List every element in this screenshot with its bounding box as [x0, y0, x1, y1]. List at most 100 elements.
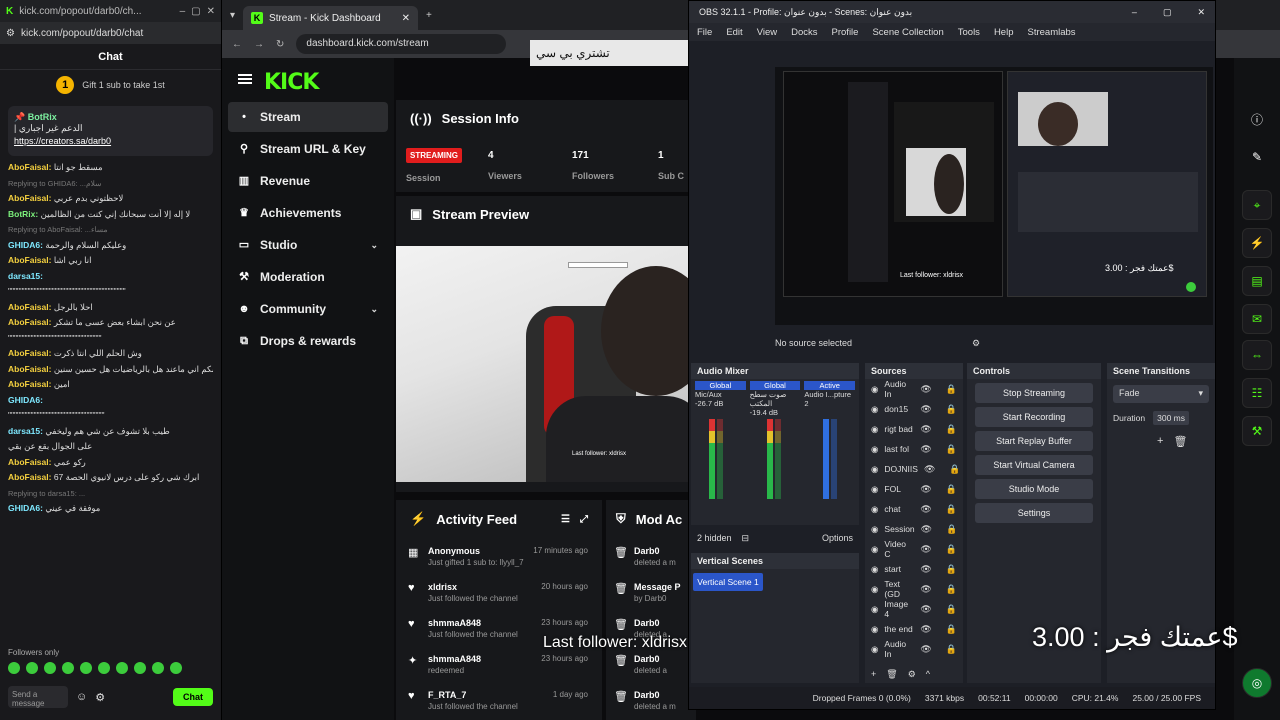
source-item[interactable]: ◉ DOJNIIS 👁 🔒 [865, 459, 963, 479]
close-icon[interactable]: ✕ [1197, 7, 1205, 18]
source-item[interactable]: ◉ FOL 👁 🔒 [865, 479, 963, 499]
lock-icon[interactable]: 🔒 [946, 604, 957, 615]
mod-action-name[interactable]: Darb0 [634, 618, 667, 628]
chat-username[interactable]: GHIDA6: [8, 240, 45, 250]
activity-name[interactable]: F_RTA_7 [428, 690, 518, 700]
obs-menu-scene-collection[interactable]: Scene Collection [872, 27, 943, 38]
source-item[interactable]: ◉ chat 👁 🔒 [865, 499, 963, 519]
lock-icon[interactable]: 🔒 [946, 584, 957, 595]
chat-username[interactable]: AboFaisal: [8, 472, 54, 482]
lock-icon[interactable]: 🔒 [946, 504, 957, 515]
visibility-icon[interactable]: 👁 [920, 444, 931, 455]
activity-name[interactable]: Anonymous [428, 546, 524, 556]
lock-icon[interactable]: 🔒 [946, 564, 957, 575]
lock-icon[interactable]: 🔒 [946, 404, 957, 415]
source-item[interactable]: ◉ don15 👁 🔒 [865, 399, 963, 419]
site-info-icon[interactable]: ⚙ [6, 28, 15, 39]
maximize-icon[interactable]: ▢ [1163, 7, 1172, 18]
visibility-icon[interactable]: 👁 [921, 524, 932, 535]
menu-icon[interactable] [238, 74, 252, 84]
vertical-scene-item[interactable]: Vertical Scene 1 [693, 573, 763, 591]
source-item[interactable]: ◉ Video C 👁 🔒 [865, 539, 963, 559]
visibility-icon[interactable]: 👁 [920, 564, 931, 575]
tab-search-icon[interactable]: ▾ [230, 10, 235, 21]
chat-username[interactable]: AboFaisal: [8, 193, 54, 203]
lock-icon[interactable]: 🔒 [946, 624, 957, 635]
audio-options-button[interactable]: Options [822, 533, 853, 543]
emote-icon[interactable] [44, 662, 56, 674]
source-item[interactable]: ◉ Audio In 👁 🔒 [865, 639, 963, 659]
sidebar-item-studio[interactable]: ▭ Studio ⌄ [228, 230, 388, 260]
chat-username[interactable]: AboFaisal: [8, 162, 54, 172]
obs-menu-help[interactable]: Help [994, 27, 1014, 38]
start-recording-button[interactable]: Start Recording [975, 407, 1093, 427]
minimize-icon[interactable]: – [1132, 7, 1137, 17]
source-item[interactable]: ◉ last fol 👁 🔒 [865, 439, 963, 459]
activity-item[interactable]: ✦ shmmaA848 redeemed 23 hours ago [408, 654, 588, 675]
chevron-down-icon[interactable]: ⌄ [370, 304, 378, 315]
edit-icon[interactable]: ✎ [1242, 142, 1272, 172]
duration-input[interactable]: 300 ms [1153, 411, 1190, 425]
wrench-icon[interactable]: ⚒ [1242, 416, 1272, 446]
emote-icon[interactable] [8, 662, 20, 674]
chat-send-button[interactable]: Chat [173, 688, 213, 706]
sidebar-item-stream[interactable]: • Stream [228, 102, 388, 132]
visibility-icon[interactable]: 👁 [920, 424, 931, 435]
emote-icon[interactable] [152, 662, 164, 674]
visibility-icon[interactable]: 👁 [920, 384, 931, 395]
obs-menu-view[interactable]: View [757, 27, 777, 38]
help-icon[interactable]: ◎ [1242, 668, 1272, 698]
address-bar[interactable]: dashboard.kick.com/stream [296, 34, 507, 54]
mod-action-name[interactable]: Darb0 [634, 654, 667, 664]
lock-icon[interactable]: 🔒 [946, 524, 957, 535]
source-settings-icon[interactable]: ⚙ [908, 669, 916, 680]
reload-icon[interactable]: ↻ [276, 39, 284, 50]
mixer-menu-icon[interactable]: ⊟ [742, 533, 750, 544]
mod-action-name[interactable]: Darb0 [634, 546, 676, 556]
sidebar-item-community[interactable]: ☻ Community ⌄ [228, 294, 388, 324]
obs-menu-profile[interactable]: Profile [832, 27, 859, 38]
visibility-icon[interactable]: 👁 [920, 484, 931, 495]
mod-action-item[interactable]: 🗑 Darb0 deleted a [614, 654, 696, 675]
lock-icon[interactable]: 🔒 [949, 464, 960, 475]
mod-action-item[interactable]: 🗑 Darb0 deleted a m [614, 690, 696, 711]
emote-icon[interactable] [80, 662, 92, 674]
maximize-icon[interactable]: ▢ [191, 6, 200, 17]
studio-mode-button[interactable]: Studio Mode [975, 479, 1093, 499]
chat-username[interactable]: BotRix: [8, 209, 41, 219]
emote-icon[interactable] [98, 662, 110, 674]
layers-icon[interactable]: ☷ [1242, 378, 1272, 408]
source-item[interactable]: ◉ Image 4 👁 🔒 [865, 599, 963, 619]
pinned-link[interactable]: https://creators.sa/darb0 [14, 136, 207, 146]
chat-username[interactable]: AboFaisal: [8, 348, 54, 358]
target-icon[interactable]: ⌖ [1242, 190, 1272, 220]
pinned-author[interactable]: BotRix [28, 112, 57, 122]
chat-username[interactable]: AboFaisal: [8, 317, 54, 327]
info-icon[interactable]: ⓘ [1242, 104, 1272, 134]
emote-icon[interactable] [26, 662, 38, 674]
activity-name[interactable]: shmmaA848 [428, 618, 518, 628]
pinned-message[interactable]: 📌 BotRix الدعم غير اجباري | https://crea… [8, 106, 213, 156]
source-item[interactable]: ◉ Session 👁 🔒 [865, 519, 963, 539]
hidden-count[interactable]: 2 hidden [697, 533, 732, 543]
start-virtual-camera-button[interactable]: Start Virtual Camera [975, 455, 1093, 475]
sidebar-item-achievements[interactable]: ♛ Achievements [228, 198, 388, 228]
visibility-icon[interactable]: 👁 [920, 624, 931, 635]
settings-icon[interactable]: ⚙ [95, 691, 105, 704]
stream-preview-video[interactable]: Last follower: xldrisx [396, 246, 688, 482]
sidebar-item-drops-rewards[interactable]: ⧉ Drops & rewards [228, 326, 388, 356]
activity-item[interactable]: ▦ Anonymous Just gifted 1 sub to: llyyll_7… [408, 546, 588, 567]
tab-kick-dashboard[interactable]: K Stream - Kick Dashboard ✕ [243, 6, 419, 30]
chat-username[interactable]: AboFaisal: [8, 379, 54, 389]
move-up-icon[interactable]: ^ [926, 669, 930, 680]
source-item[interactable]: ◉ rigt bad 👁 🔒 [865, 419, 963, 439]
mod-action-name[interactable]: Darb0 [634, 690, 676, 700]
source-item[interactable]: ◉ Text (GD 👁 🔒 [865, 579, 963, 599]
visibility-icon[interactable]: 👁 [920, 604, 931, 615]
visibility-icon[interactable]: 👁 [920, 404, 931, 415]
chat-bubble-icon[interactable]: ✉ [1242, 304, 1272, 334]
start-replay-buffer-button[interactable]: Start Replay Buffer [975, 431, 1093, 451]
activity-item[interactable]: ♥ xldrisx Just followed the channel 20 hour… [408, 582, 588, 603]
chat-username[interactable]: darsa15: [8, 271, 43, 281]
close-icon[interactable]: ✕ [207, 6, 215, 17]
